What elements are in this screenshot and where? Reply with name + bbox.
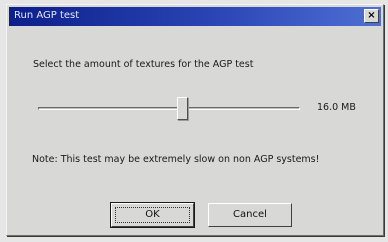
close-button[interactable]: × bbox=[364, 9, 379, 23]
cancel-button[interactable]: Cancel bbox=[208, 203, 292, 227]
ok-button[interactable]: OK bbox=[110, 202, 195, 228]
slider-track[interactable] bbox=[38, 107, 300, 110]
texture-amount-value: 16.0 MB bbox=[317, 102, 356, 113]
window-title: Run AGP test bbox=[14, 10, 80, 21]
run-agp-test-dialog: Run AGP test × Select the amount of text… bbox=[6, 4, 384, 236]
texture-amount-slider[interactable] bbox=[38, 97, 300, 121]
slider-thumb[interactable] bbox=[177, 97, 188, 120]
cancel-button-label: Cancel bbox=[233, 209, 267, 220]
title-bar[interactable]: Run AGP test × bbox=[9, 7, 381, 26]
close-icon: × bbox=[367, 10, 376, 21]
slow-test-note: Note: This test may be extremely slow on… bbox=[32, 154, 320, 165]
texture-amount-prompt: Select the amount of textures for the AG… bbox=[33, 59, 254, 70]
ok-button-label: OK bbox=[145, 209, 160, 220]
